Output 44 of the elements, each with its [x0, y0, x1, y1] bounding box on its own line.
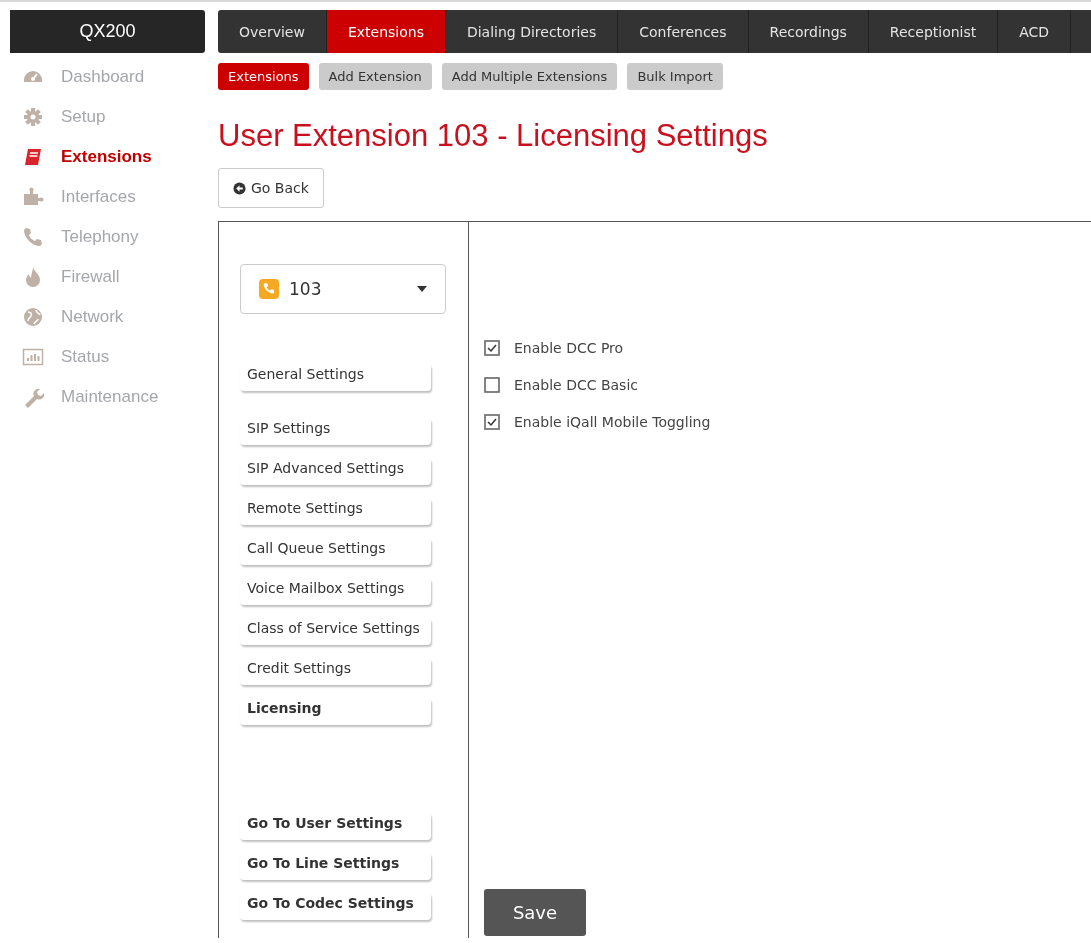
nav-tab[interactable]: ACD — [998, 10, 1072, 53]
go-back-button[interactable]: Go Back — [218, 168, 324, 208]
phone-icon — [22, 226, 44, 248]
nav-tab[interactable]: Receptionist — [868, 10, 999, 53]
settings-menu-item[interactable]: Call Queue Settings — [240, 538, 431, 565]
extension-select[interactable]: 103 — [240, 264, 446, 314]
settings-menu-item[interactable]: Licensing — [240, 698, 431, 725]
brand-header: QX200 — [10, 10, 205, 53]
sidebar-item[interactable]: Extensions — [10, 137, 205, 177]
settings-menu-item[interactable]: SIP Settings — [240, 418, 431, 445]
checkbox[interactable] — [484, 377, 500, 393]
nav-tab[interactable]: Extensions — [326, 10, 446, 53]
save-button[interactable]: Save — [484, 889, 586, 936]
phone-icon — [259, 279, 279, 299]
sub-tab[interactable]: Bulk Import — [627, 63, 723, 90]
go-to-link[interactable]: Go To Codec Settings — [240, 893, 431, 920]
settings-menu-item[interactable]: General Settings — [240, 364, 431, 391]
book-icon — [22, 146, 44, 168]
nav-tab[interactable]: Dialing Directories — [445, 10, 619, 53]
nav-tab[interactable]: Overview — [218, 10, 327, 53]
globe-icon — [22, 306, 44, 328]
gear-icon — [22, 106, 44, 128]
settings-menu-item[interactable]: Voice Mailbox Settings — [240, 578, 431, 605]
puzzle-icon — [22, 186, 44, 208]
go-to-link[interactable]: Go To User Settings — [240, 813, 431, 840]
bar-chart-icon — [22, 346, 44, 368]
sub-tab[interactable]: Add Extension — [318, 63, 432, 90]
checkbox-label: Enable iQall Mobile Toggling — [514, 414, 711, 430]
settings-menu-item[interactable]: Credit Settings — [240, 658, 431, 685]
checkbox-label: Enable DCC Basic — [514, 377, 638, 393]
sub-tab[interactable]: Add Multiple Extensions — [441, 63, 618, 90]
nav-tab[interactable]: Conferences — [618, 10, 749, 53]
back-arrow-icon — [233, 181, 246, 195]
settings-menu-item[interactable]: Class of Service Settings — [240, 618, 431, 645]
sub-tab[interactable]: Extensions — [218, 63, 309, 90]
checkbox-label: Enable DCC Pro — [514, 340, 624, 356]
nav-tab[interactable]: Recordings — [748, 10, 869, 53]
page-title: User Extension 103 - Licensing Settings — [218, 118, 769, 154]
settings-menu-item[interactable]: SIP Advanced Settings — [240, 458, 431, 485]
caret-icon — [417, 286, 427, 292]
checkbox[interactable] — [484, 340, 500, 356]
go-to-link[interactable]: Go To Line Settings — [240, 853, 431, 880]
checkbox[interactable] — [484, 414, 500, 430]
settings-menu-item[interactable]: Remote Settings — [240, 498, 431, 525]
